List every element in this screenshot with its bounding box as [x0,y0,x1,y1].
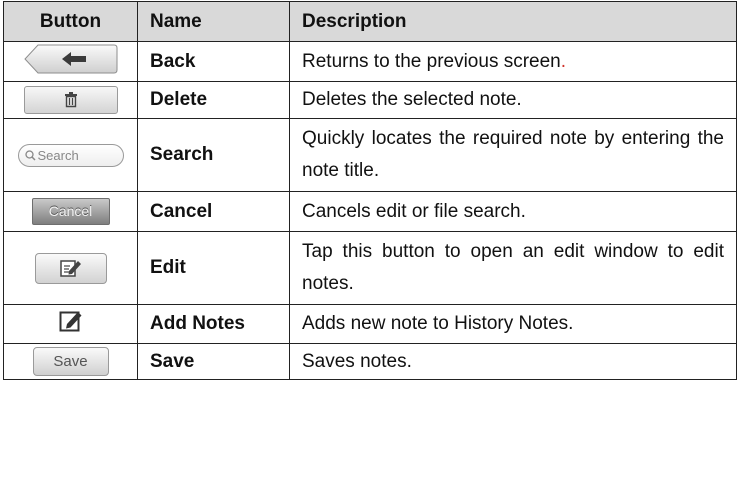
row-description: Saves notes. [289,343,737,380]
red-period: . [560,50,567,72]
row-description: Returns to the previous screen. [289,41,737,82]
row-name: Save [137,343,290,380]
table-row: Edit Tap this button to open an edit win… [3,231,737,305]
edit-icon [34,252,107,284]
header-button: Button [3,1,138,42]
button-reference-table: Button Name Description Back Returns to … [3,1,737,380]
cancel-button-icon: Cancel [31,198,110,225]
header-description: Description [289,1,737,42]
icon-cell: Search [3,118,138,192]
icon-cell [3,41,138,82]
table-row: Cancel Cancel Cancels edit or file searc… [3,191,737,232]
table-header-row: Button Name Description [3,1,737,42]
search-field-label: Search [37,147,79,163]
icon-cell: Cancel [3,191,138,232]
search-field-icon: Search [17,143,124,167]
row-name: Add Notes [137,304,290,344]
row-name: Edit [137,231,290,305]
icon-cell [3,81,138,119]
row-description: Deletes the selected note. [289,81,737,119]
row-description: Tap this button to open an edit window t… [289,231,737,305]
icon-cell: Save [3,343,138,380]
row-name: Cancel [137,191,290,232]
button-reference-table-wrapper: Button Name Description Back Returns to … [3,1,737,380]
row-description: Cancels edit or file search. [289,191,737,232]
header-name: Name [137,1,290,42]
table-row: Save Save Saves notes. [3,343,737,380]
row-name: Search [137,118,290,192]
save-button-icon: Save [32,347,109,376]
table-row: Search Search Quickly locates the requir… [3,118,737,192]
row-name: Delete [137,81,290,119]
row-description: Quickly locates the required note by ent… [289,118,737,192]
table-row: Back Returns to the previous screen. [3,41,737,82]
row-description: Adds new note to History Notes. [289,304,737,344]
table-row: Delete Deletes the selected note. [3,81,737,119]
row-name: Back [137,41,290,82]
magnifier-icon [24,149,36,161]
add-note-icon [59,309,83,339]
back-arrow-icon [23,44,118,80]
table-row: Add Notes Adds new note to History Notes… [3,304,737,344]
icon-cell [3,304,138,344]
trash-icon [23,86,118,114]
icon-cell [3,231,138,305]
